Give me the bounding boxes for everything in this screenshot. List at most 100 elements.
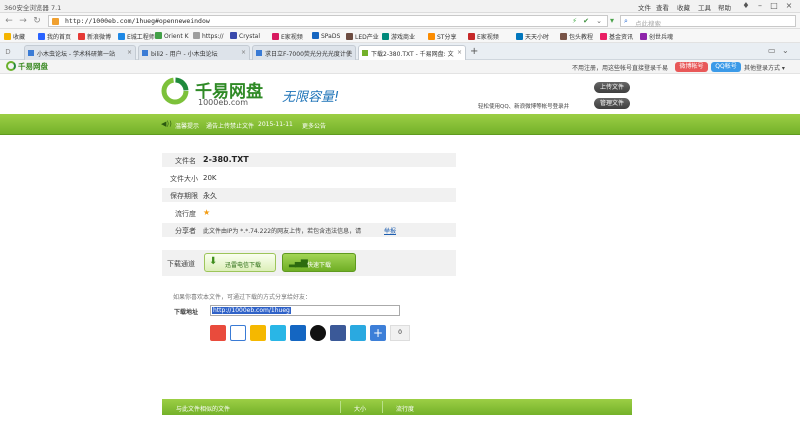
fav-item[interactable]: 包头教程 (560, 32, 593, 41)
fav-item[interactable]: 创世兵魂 (640, 32, 673, 41)
qq-login-button[interactable]: QQ帐号 (711, 62, 741, 72)
renren-share-icon[interactable] (230, 325, 246, 341)
telecom-download-button[interactable]: ⬇ 迅雷电信下载 (204, 253, 276, 272)
forward-icon[interactable]: → (17, 15, 29, 27)
fav-item[interactable]: 基金资讯 (600, 32, 633, 41)
tab-close-icon[interactable]: × (347, 49, 352, 56)
fav-item[interactable]: 天天小时 (516, 32, 549, 41)
sharer-text: 此文件由IP为 *.*.74.222的网友上传，若包含违法信息，请 (203, 228, 362, 235)
menu-tools[interactable]: 工具 (698, 2, 711, 12)
sidebar-toggle-icon[interactable]: D (2, 46, 14, 58)
refresh-icon[interactable]: ↻ (31, 15, 43, 27)
search-box[interactable]: ⌕ 点此搜索 (620, 15, 796, 28)
report-link[interactable]: 举报 (384, 226, 396, 235)
sina-weibo-share-icon[interactable] (210, 325, 226, 341)
fav-item[interactable]: Orient K (155, 32, 189, 40)
download-channel-label: 下载通道 (167, 260, 195, 268)
site-favicon-icon (52, 18, 59, 25)
share-count: 0 (390, 325, 410, 341)
related-files-header: 与此文件相似的文件 大小 流行度 (162, 399, 632, 415)
download-address-value[interactable]: http://1000eb.com/1hueg (212, 307, 291, 314)
qzone-share-icon[interactable] (250, 325, 266, 341)
tab-3[interactable]: 求日立F-7000荧光分光光度计使 × (252, 45, 356, 60)
tab-favicon-icon (28, 50, 34, 56)
fav-item[interactable]: ST分享 (428, 32, 456, 41)
brand-domain: 1000eb.com (198, 98, 248, 107)
tab-close-icon[interactable]: × (457, 49, 462, 56)
fav-item[interactable]: LED产业 (346, 32, 379, 41)
address-bar[interactable]: http://1000eb.com/1hueg#openneweindow ⚡ … (48, 15, 608, 27)
lightning-icon[interactable]: ⚡ (572, 17, 577, 25)
fav-item[interactable]: E城工程师 (118, 32, 155, 41)
site-logo-small[interactable]: 千易网盘 (18, 61, 48, 72)
menu-view[interactable]: 查看 (656, 2, 669, 12)
menu-help[interactable]: 帮助 (718, 2, 731, 12)
tab-close-icon[interactable]: × (127, 49, 132, 56)
login-description: 轻松使用QQ、新浪微博等帐号登录并 (478, 104, 570, 110)
tab-2[interactable]: bili2 - 用户 - 小木虫论坛 × (138, 45, 250, 60)
more-announcements-link[interactable]: 更多公告 (302, 121, 326, 130)
people-share-icon[interactable] (290, 325, 306, 341)
download-address-field[interactable]: http://1000eb.com/1hueg (210, 305, 400, 316)
tab-active[interactable]: 下载2-380.TXT - 千易网盘: 文 × (358, 45, 466, 60)
popularity-column-label: 流行度 (396, 406, 415, 413)
slogan: 无限容量! (282, 90, 340, 105)
announce-text[interactable]: 通告上传禁止文件 (206, 121, 254, 130)
search-engine-icon[interactable]: ▾ (610, 16, 614, 25)
facebook-share-icon[interactable] (330, 325, 346, 341)
chevron-down-icon[interactable]: ⌄ (596, 17, 602, 25)
tab-favicon-icon (256, 50, 262, 56)
more-share-icon[interactable]: + (370, 325, 386, 341)
file-size: 20K (203, 174, 217, 182)
minimize-button[interactable]: – (754, 1, 766, 11)
fast-download-button[interactable]: ▂▄▆ 快速下载 (282, 253, 356, 272)
new-tab-button[interactable]: + (470, 46, 478, 57)
skin-icon[interactable]: ♦ (740, 1, 752, 11)
favorites-bar: 收藏 我的首页 新浪微博 E城工程师 Orient K https:// Cry… (0, 29, 800, 43)
fav-item[interactable]: 游戏商业 (382, 32, 415, 41)
qq-share-icon[interactable] (310, 325, 326, 341)
file-period: 永久 (203, 192, 217, 200)
fav-item[interactable]: SPaDS (312, 32, 340, 40)
fav-item[interactable]: https:// (193, 32, 224, 40)
sharer-label: 分享者 (175, 227, 196, 235)
maximize-button[interactable]: □ (768, 1, 780, 11)
search-placeholder: 点此搜索 (635, 19, 661, 28)
more-login-link[interactable]: 其他登录方式 ▾ (744, 63, 785, 72)
twitter-share-icon[interactable] (350, 325, 366, 341)
tab-list-icon[interactable]: ▭ (768, 46, 776, 55)
weibo-login-button[interactable]: 微博帐号 (675, 62, 708, 72)
tencent-weibo-share-icon[interactable] (270, 325, 286, 341)
back-icon[interactable]: ← (3, 15, 15, 27)
fav-item[interactable]: E家视频 (468, 32, 499, 41)
fav-item[interactable]: Crystal (230, 32, 260, 40)
window-title: 360安全浏览器 7.1 (4, 4, 62, 12)
file-name-label: 文件名 (175, 157, 196, 165)
related-files-label: 与此文件相似的文件 (176, 406, 231, 413)
fav-item[interactable]: 我的首页 (38, 32, 71, 41)
browser-title-bar: 360安全浏览器 7.1 文件 查看 收藏 工具 帮助 ♦ – □ × (0, 0, 800, 13)
announce-date: 2015-11-11 (258, 121, 293, 128)
column-divider (382, 401, 383, 413)
speaker-icon: ◀)) (161, 120, 172, 128)
chevron-down-icon[interactable]: ⌄ (782, 46, 789, 55)
column-divider (340, 401, 341, 413)
upload-file-button[interactable]: 上传文件 (594, 82, 630, 93)
tab-close-icon[interactable]: × (241, 49, 246, 56)
manage-file-button[interactable]: 管理文件 (594, 98, 630, 109)
menu-file[interactable]: 文件 (638, 2, 651, 12)
popularity-label: 流行度 (175, 210, 196, 218)
file-period-label: 保存期限 (170, 192, 198, 200)
tab-favicon-icon (362, 50, 368, 56)
fav-item[interactable]: 新浪微博 (78, 32, 111, 41)
tab-1[interactable]: 小木虫论坛 - 学术科研第一站 × (24, 45, 136, 60)
check-icon[interactable]: ✔ (583, 17, 589, 25)
url-text[interactable]: http://1000eb.com/1hueg#openneweindow (65, 17, 210, 25)
search-icon: ⌕ (624, 17, 628, 25)
close-button[interactable]: × (783, 1, 795, 11)
fav-item[interactable]: E家视频 (272, 32, 303, 41)
size-column-label: 大小 (354, 406, 367, 413)
fav-item[interactable]: 收藏 (4, 32, 25, 41)
menu-favorites[interactable]: 收藏 (677, 2, 690, 12)
logo-small-icon (6, 61, 16, 71)
